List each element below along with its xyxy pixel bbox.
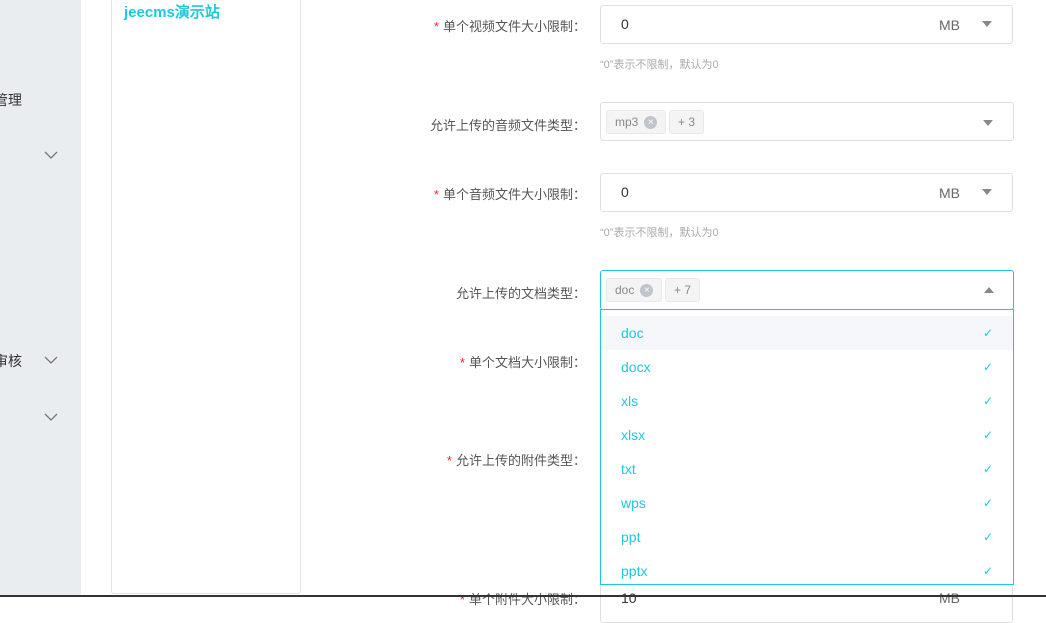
unit-select[interactable]: MB — [939, 17, 960, 33]
option-doc[interactable]: doc ✓ — [601, 316, 1013, 350]
option-xls[interactable]: xls ✓ — [601, 384, 1013, 418]
sidebar-item-review[interactable]: 审核 — [0, 351, 22, 371]
chevron-down-icon[interactable] — [44, 150, 58, 160]
attach-types-label: * 允许上传的附件类型： — [446, 453, 586, 468]
option-pptx[interactable]: pptx ✓ — [601, 554, 1013, 584]
option-wps[interactable]: wps ✓ — [601, 486, 1013, 520]
video-size-input[interactable]: 0 MB — [600, 5, 1013, 44]
check-icon: ✓ — [982, 564, 993, 578]
check-icon: ✓ — [982, 462, 993, 476]
tag-mp3: mp3 × — [606, 110, 667, 134]
check-icon: ✓ — [982, 530, 993, 544]
attach-size-label: * 单个附件大小限制： — [459, 592, 586, 607]
caret-up-icon[interactable] — [984, 287, 994, 293]
audio-size-input[interactable]: 0 MB — [600, 173, 1013, 212]
audio-types-label: 允许上传的音频文件类型： — [429, 118, 586, 133]
audio-size-label: * 单个音频文件大小限制： — [433, 187, 586, 202]
sidebar: 管理 审核 — [0, 0, 81, 597]
remove-tag-icon[interactable]: × — [644, 116, 658, 130]
check-icon: ✓ — [982, 496, 993, 510]
video-size-value: 0 — [621, 16, 629, 32]
option-xlsx[interactable]: xlsx ✓ — [601, 418, 1013, 452]
check-icon: ✓ — [982, 326, 993, 340]
caret-down-icon[interactable] — [983, 120, 993, 126]
remove-tag-icon[interactable]: × — [640, 284, 654, 298]
tag-doc: doc × — [606, 278, 663, 302]
unit-select[interactable]: MB — [939, 590, 960, 606]
video-size-hint: “0”表示不限制，默认为0 — [600, 59, 719, 71]
audio-size-value: 0 — [621, 184, 629, 200]
check-icon: ✓ — [982, 394, 993, 408]
unit-select[interactable]: MB — [939, 185, 960, 201]
check-icon: ✓ — [982, 360, 993, 374]
option-ppt[interactable]: ppt ✓ — [601, 520, 1013, 554]
option-docx[interactable]: docx ✓ — [601, 350, 1013, 384]
site-name[interactable]: jeecms演示站 — [124, 1, 220, 22]
option-txt[interactable]: txt ✓ — [601, 452, 1013, 486]
doc-types-label: 允许上传的文档类型： — [455, 286, 586, 301]
doc-types-select[interactable]: doc × + 7 — [600, 270, 1014, 310]
more-tags: + 7 — [665, 278, 701, 302]
attach-size-value: 10 — [621, 590, 637, 606]
sidebar-item-manage[interactable]: 管理 — [0, 90, 22, 110]
site-panel: jeecms演示站 — [111, 0, 301, 594]
video-size-label: * 单个视频文件大小限制： — [433, 19, 586, 34]
chevron-down-icon[interactable] — [44, 412, 58, 422]
caret-down-icon[interactable] — [982, 21, 992, 27]
caret-down-icon[interactable] — [982, 189, 992, 195]
check-icon: ✓ — [982, 428, 993, 442]
more-tags: + 3 — [669, 110, 705, 134]
chevron-down-icon[interactable] — [44, 355, 58, 365]
attach-size-input[interactable]: 10 MB — [600, 584, 1013, 623]
doc-size-label: * 单个文档大小限制： — [459, 355, 586, 370]
audio-size-hint: “0”表示不限制，默认为0 — [600, 227, 719, 239]
doc-types-dropdown: doc ✓ docx ✓ xls ✓ xlsx ✓ txt ✓ wps ✓ ppt ✓ ppt… — [600, 309, 1014, 585]
audio-types-select[interactable]: mp3 × + 3 — [600, 102, 1014, 141]
